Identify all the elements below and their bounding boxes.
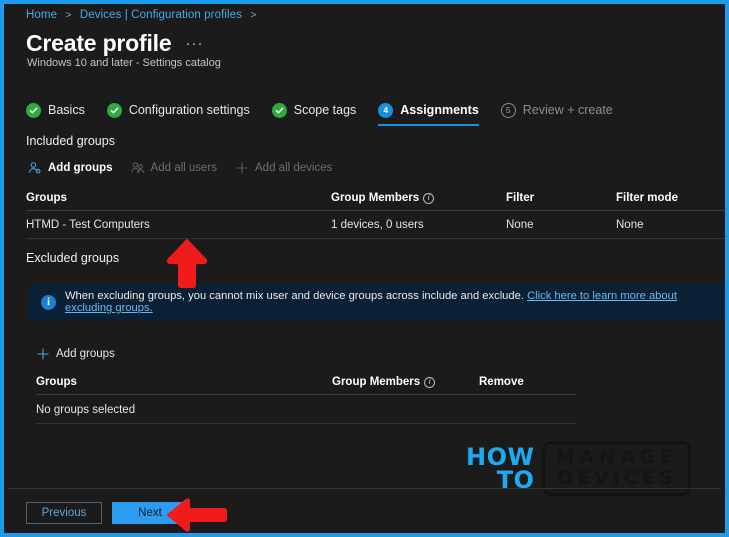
add-all-users-label: Add all users	[150, 162, 218, 174]
column-header-group-members[interactable]: Group Members i	[331, 192, 506, 204]
excluded-groups-table: Groups Group Members i Remove	[36, 370, 576, 395]
cell-filter-mode: None	[616, 218, 644, 231]
all-users-icon	[130, 162, 144, 173]
title-row: Create profile ···	[26, 30, 203, 57]
breadcrumb: Home > Devices | Configuration profiles …	[26, 9, 262, 21]
column-header-groups[interactable]: Groups	[36, 376, 332, 388]
excluded-groups-empty-message: No groups selected	[36, 397, 576, 424]
column-header-group-members-label: Group Members	[331, 192, 420, 204]
wizard-step-label: Assignments	[400, 103, 479, 117]
excluded-groups-commandbar: Add groups	[36, 344, 115, 364]
banner-message: When excluding groups, you cannot mix us…	[65, 290, 524, 302]
watermark-devices: DEVICES	[557, 467, 677, 489]
exclusion-info-banner: i When excluding groups, you cannot mix …	[28, 284, 725, 320]
column-header-groups[interactable]: Groups	[26, 192, 331, 204]
wizard-step-label: Scope tags	[293, 103, 357, 117]
wizard-step-label: Basics	[48, 103, 85, 117]
watermark-how: HOW	[466, 443, 535, 472]
wizard-step-review-create[interactable]: 5 Review + create	[500, 96, 635, 124]
annotation-arrow-left-icon	[167, 498, 227, 532]
add-user-icon	[29, 162, 41, 174]
table-header-row: Groups Group Members i Remove	[36, 370, 576, 395]
excluded-groups-heading: Excluded groups	[26, 251, 120, 265]
included-groups-commandbar: Add groups Add all users Add all devices	[28, 158, 332, 178]
cell-group-members: 1 devices, 0 users	[331, 218, 424, 231]
footer-divider	[8, 488, 721, 489]
page-subtitle: Windows 10 and later - Settings catalog	[27, 57, 221, 69]
wizard-footer: Previous Next	[26, 502, 188, 524]
plus-icon	[37, 348, 49, 360]
included-groups-heading: Included groups	[26, 134, 115, 148]
column-header-group-members-label: Group Members	[332, 376, 421, 388]
plus-icon	[236, 162, 248, 174]
step-number-badge: 5	[500, 102, 516, 118]
wizard-step-basics[interactable]: Basics	[26, 96, 107, 124]
info-icon[interactable]: i	[423, 192, 435, 204]
included-groups-table: Groups Group Members i Filter Filter mod…	[26, 186, 725, 239]
table-header-row: Groups Group Members i Filter Filter mod…	[26, 186, 725, 211]
annotation-arrow-up-icon	[166, 239, 208, 288]
more-options-icon[interactable]: ···	[185, 35, 203, 52]
step-number-badge: 4	[378, 102, 394, 118]
info-icon[interactable]: i	[424, 376, 436, 388]
wizard-step-assignments[interactable]: 4 Assignments	[378, 96, 501, 126]
info-icon: i	[41, 294, 56, 310]
wizard-step-scope-tags[interactable]: Scope tags	[271, 96, 379, 124]
breadcrumb-item-home[interactable]: Home	[26, 9, 57, 21]
column-header-filter[interactable]: Filter	[506, 192, 616, 204]
column-header-group-members[interactable]: Group Members i	[332, 376, 479, 388]
excluded-add-groups-button[interactable]: Add groups	[36, 344, 115, 364]
previous-button[interactable]: Previous	[26, 502, 102, 524]
check-icon	[271, 102, 287, 118]
cell-group-name: HTMD - Test Computers	[26, 218, 150, 231]
active-step-underline	[378, 124, 479, 126]
cell-filter[interactable]: None	[506, 219, 616, 231]
excluded-add-groups-label: Add groups	[56, 348, 115, 360]
table-row[interactable]: HTMD - Test Computers 1 devices, 0 users…	[26, 211, 725, 239]
breadcrumb-item-devices[interactable]: Devices | Configuration profiles	[80, 9, 242, 21]
azure-portal-blade: Home > Devices | Configuration profiles …	[0, 0, 729, 537]
add-all-devices-label: Add all devices	[255, 162, 333, 174]
column-header-remove[interactable]: Remove	[479, 376, 576, 388]
add-all-users-button[interactable]: Add all users	[130, 158, 218, 178]
column-header-filter-mode[interactable]: Filter mode	[616, 192, 725, 204]
watermark-manage: MANAGE	[555, 446, 679, 468]
add-all-devices-button[interactable]: Add all devices	[235, 158, 332, 178]
check-icon	[106, 102, 122, 118]
wizard-step-label: Review + create	[522, 103, 613, 117]
breadcrumb-separator-icon: >	[65, 9, 72, 21]
banner-text: When excluding groups, you cannot mix us…	[65, 290, 715, 314]
watermark-howto: HOW TO	[466, 443, 535, 491]
page-title: Create profile	[26, 30, 172, 56]
wizard-steps: Basics Configuration settings Scope tags…	[26, 96, 635, 126]
breadcrumb-separator-icon-2: >	[250, 9, 257, 21]
check-icon	[26, 102, 41, 118]
wizard-step-configuration-settings[interactable]: Configuration settings	[106, 96, 272, 124]
add-groups-button[interactable]: Add groups	[28, 158, 113, 178]
wizard-step-label: Configuration settings	[128, 103, 250, 117]
add-groups-label: Add groups	[48, 162, 113, 174]
